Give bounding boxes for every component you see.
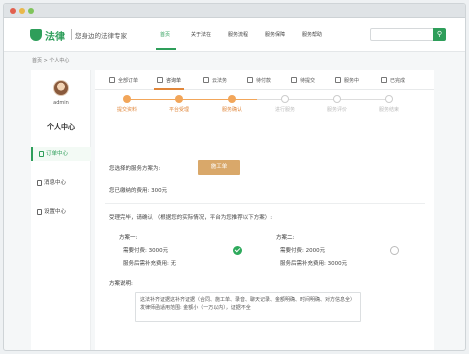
tab-cloud-legal[interactable]: 云法务 <box>203 77 227 84</box>
sidebar-title: 个人中心 <box>47 123 75 131</box>
section-divider <box>105 203 425 204</box>
step-label: 服务结束 <box>378 107 399 113</box>
tab-active-indicator <box>154 88 184 90</box>
sidebar-item-label: 订单中心 <box>46 151 69 157</box>
order-icon <box>39 151 44 157</box>
nav-item-about[interactable]: 关于法在 <box>191 31 211 38</box>
sidebar-item-settings[interactable]: 设置中心 <box>31 205 91 219</box>
step-connector-done <box>127 99 257 100</box>
step-dot <box>123 95 131 103</box>
tab-label: 待提交 <box>300 78 316 84</box>
step-label: 服务评价 <box>326 107 347 113</box>
window-titlebar <box>4 4 465 18</box>
tab-label: 全部订单 <box>118 78 139 84</box>
step-dot <box>175 95 183 103</box>
sidebar-item-orders[interactable]: 订单中心 <box>31 147 91 161</box>
plan-description-label: 方案说明: <box>109 281 133 287</box>
search-icon: ⚲ <box>436 30 443 38</box>
minimize-window-button[interactable] <box>19 8 25 14</box>
nav-item-guarantee[interactable]: 服务保障 <box>265 31 285 38</box>
tab-unpaid[interactable]: 待付款 <box>247 77 271 84</box>
order-type-button[interactable]: 施工单 <box>198 160 240 175</box>
nav-item-home[interactable]: 首页 <box>160 31 170 38</box>
maximize-window-button[interactable] <box>28 8 34 14</box>
tab-label: 云法务 <box>212 78 228 84</box>
site-slogan: 您身边的法律专家 <box>75 32 127 40</box>
plan-followup-fee: 服务后需补充费用: 无 <box>123 261 177 267</box>
nav-item-process[interactable]: 服务流程 <box>228 31 248 38</box>
nav-item-help[interactable]: 服务帮助 <box>302 31 322 38</box>
step-label: 提交资料 <box>116 107 137 113</box>
avatar[interactable] <box>53 80 69 96</box>
username: admin <box>53 100 69 106</box>
chosen-plan-label: 您选择的服务方案为: <box>109 166 161 172</box>
progress-steps: 提交资料 平台受理 服务确认 进行服务 服务评价 服务结束 <box>95 94 434 114</box>
plan-name: 方案二: <box>276 235 295 241</box>
top-navigation: 法律 您身边的法律专家 首页 关于法在 服务流程 服务保障 服务帮助 ⚲ <box>4 18 465 52</box>
plan-1-radio[interactable] <box>233 246 242 255</box>
order-tabs: 全部订单 咨询单 云法务 待付款 待提交 服务中 已完成 <box>95 70 434 90</box>
search-input[interactable] <box>370 28 439 41</box>
logo-divider <box>71 29 72 40</box>
close-window-button[interactable] <box>10 8 16 14</box>
breadcrumb: 首页 > 个人中心 <box>32 58 70 64</box>
step-label: 进行服务 <box>274 107 295 113</box>
tab-label: 待付款 <box>256 78 272 84</box>
tab-completed[interactable]: 已完成 <box>381 77 405 84</box>
paid-fee-text: 您已缴纳的费用: 300元 <box>109 188 168 194</box>
step-label: 平台受理 <box>168 107 189 113</box>
payment-icon <box>247 77 253 83</box>
tab-label: 服务中 <box>344 78 360 84</box>
browser-window: 法律 您身边的法律专家 首页 关于法在 服务流程 服务保障 服务帮助 ⚲ 首页 … <box>3 3 466 351</box>
nav-active-indicator <box>156 48 176 50</box>
submit-icon <box>291 77 297 83</box>
logo-name[interactable]: 法律 <box>45 28 65 43</box>
confirm-notice: 受理完毕，请确认 （根据您的实际情况，平台为您推荐以下方案）: <box>109 215 273 221</box>
plan-description-box: 这法补齐证据这补齐证据（合同、施工单、录音、聊天记录、金额明确、时间明确、对方信… <box>135 292 361 322</box>
plan-required-fee: 需要付费: 3000元 <box>123 248 169 254</box>
sidebar-item-label: 消息中心 <box>44 180 67 186</box>
tab-consult[interactable]: 咨询单 <box>157 77 181 84</box>
plan-required-fee: 需要付费: 2000元 <box>280 248 326 254</box>
list-icon <box>109 77 115 83</box>
step-dot <box>333 95 341 103</box>
main-panel: 全部订单 咨询单 云法务 待付款 待提交 服务中 已完成 提交资料 平台受理 服… <box>95 70 434 350</box>
message-icon <box>37 180 42 186</box>
search-button[interactable]: ⚲ <box>433 28 446 41</box>
tab-in-service[interactable]: 服务中 <box>335 77 359 84</box>
plan-followup-fee: 服务后需补充费用: 3000元 <box>280 261 348 267</box>
sidebar-item-messages[interactable]: 消息中心 <box>31 176 91 190</box>
consult-icon <box>157 77 163 83</box>
step-dot <box>385 95 393 103</box>
step-dot <box>281 95 289 103</box>
settings-icon <box>37 209 42 215</box>
completed-icon <box>381 77 387 83</box>
service-icon <box>335 77 341 83</box>
tab-pending-submit[interactable]: 待提交 <box>291 77 315 84</box>
step-label: 服务确认 <box>221 107 242 113</box>
cloud-icon <box>203 77 209 83</box>
logo-icon <box>30 29 42 41</box>
tab-all-orders[interactable]: 全部订单 <box>109 77 138 84</box>
plan-name: 方案一: <box>119 235 138 241</box>
tab-label: 已完成 <box>390 78 406 84</box>
step-connector-todo <box>257 99 389 100</box>
plan-2-radio[interactable] <box>390 246 399 255</box>
tab-label: 咨询单 <box>166 78 182 84</box>
sidebar-item-label: 设置中心 <box>44 209 67 215</box>
sidebar: admin 个人中心 订单中心 消息中心 设置中心 <box>31 70 91 350</box>
step-dot <box>228 95 236 103</box>
